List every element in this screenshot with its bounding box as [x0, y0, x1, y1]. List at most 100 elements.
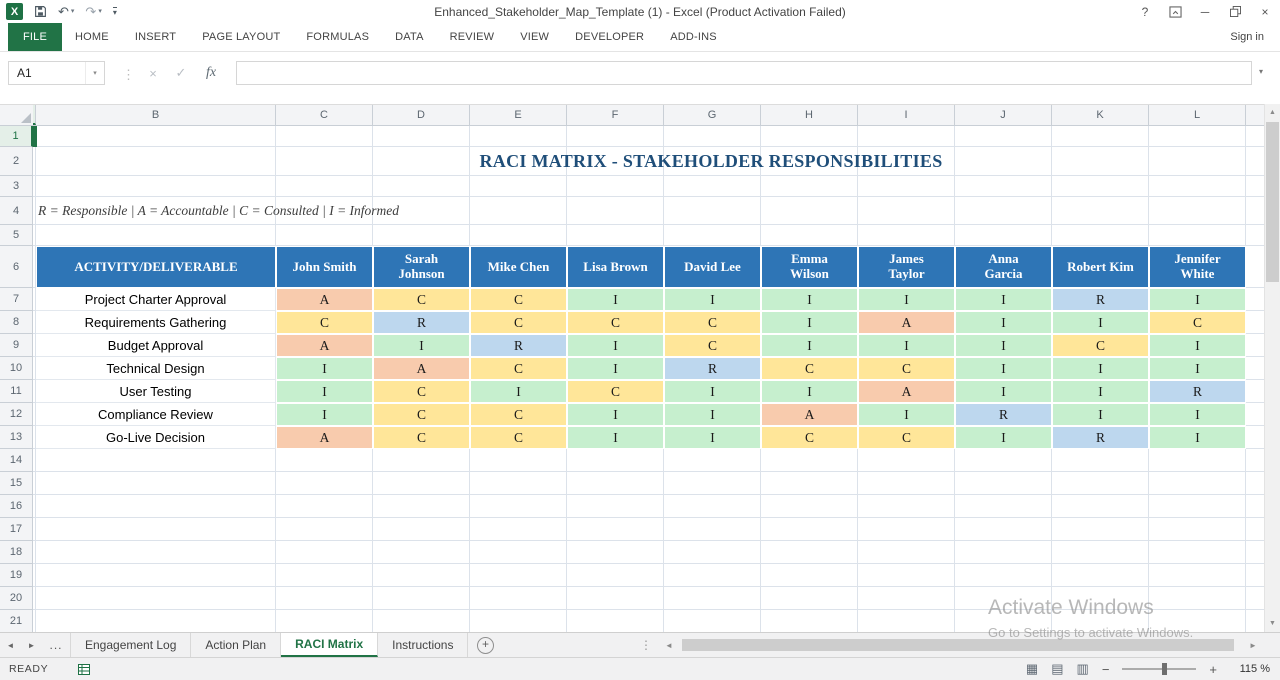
help-button[interactable]: ? [1130, 0, 1160, 23]
column-header-I[interactable]: I [858, 105, 955, 125]
raci-header-cell[interactable]: Lisa Brown [567, 246, 664, 288]
ribbon-tab-page-layout[interactable]: PAGE LAYOUT [189, 23, 293, 51]
raci-value-cell[interactable]: A [761, 403, 858, 426]
zoom-level[interactable]: 115 % [1230, 663, 1270, 675]
row-header-7[interactable]: 7 [0, 288, 33, 311]
row-header-11[interactable]: 11 [0, 380, 33, 403]
row-header-4[interactable]: 4 [0, 197, 33, 225]
raci-header-cell[interactable]: Sarah Johnson [373, 246, 470, 288]
scroll-up-icon[interactable]: ▲ [1265, 104, 1280, 121]
ribbon-tab-insert[interactable]: INSERT [122, 23, 189, 51]
raci-activity-cell[interactable]: Budget Approval [36, 334, 276, 357]
raci-value-cell[interactable]: A [276, 426, 373, 449]
ribbon-tab-home[interactable]: HOME [62, 23, 122, 51]
row-header-5[interactable]: 5 [0, 225, 33, 246]
hscroll-thumb[interactable] [682, 639, 1234, 651]
raci-value-cell[interactable]: C [664, 334, 761, 357]
enter-icon[interactable]: ✓ [168, 61, 194, 85]
raci-header-cell[interactable]: Emma Wilson [761, 246, 858, 288]
raci-value-cell[interactable]: I [1052, 311, 1149, 334]
raci-value-cell[interactable]: I [567, 357, 664, 380]
sheet-tab-engagement-log[interactable]: Engagement Log [71, 633, 192, 657]
name-box[interactable]: A1 ▾ [8, 61, 105, 85]
row-header-16[interactable]: 16 [0, 495, 33, 518]
ribbon-tab-review[interactable]: REVIEW [437, 23, 508, 51]
raci-value-cell[interactable]: A [276, 288, 373, 311]
raci-value-cell[interactable]: R [1052, 288, 1149, 311]
row-header-9[interactable]: 9 [0, 334, 33, 357]
column-header-F[interactable]: F [567, 105, 664, 125]
column-header-K[interactable]: K [1052, 105, 1149, 125]
sheet-nav-next-icon[interactable]: ► [21, 633, 42, 657]
raci-value-cell[interactable]: I [1052, 403, 1149, 426]
raci-value-cell[interactable]: C [567, 380, 664, 403]
raci-value-cell[interactable]: C [470, 288, 567, 311]
page-layout-view-button[interactable]: ▤ [1051, 661, 1063, 677]
raci-value-cell[interactable]: C [761, 426, 858, 449]
sheet-tab-raci-matrix[interactable]: RACI Matrix [281, 633, 379, 657]
raci-value-cell[interactable]: C [858, 426, 955, 449]
raci-value-cell[interactable]: I [955, 426, 1052, 449]
raci-header-cell[interactable]: Robert Kim [1052, 246, 1149, 288]
row-header-19[interactable]: 19 [0, 564, 33, 587]
raci-value-cell[interactable]: I [276, 357, 373, 380]
row-header-12[interactable]: 12 [0, 403, 33, 426]
row-header-14[interactable]: 14 [0, 449, 33, 472]
row-header-17[interactable]: 17 [0, 518, 33, 541]
raci-value-cell[interactable]: I [1149, 426, 1246, 449]
raci-value-cell[interactable]: I [1149, 334, 1246, 357]
undo-button[interactable]: ↶ ▾ [58, 5, 74, 18]
raci-value-cell[interactable]: I [1052, 357, 1149, 380]
raci-header-cell[interactable]: John Smith [276, 246, 373, 288]
raci-value-cell[interactable]: I [955, 357, 1052, 380]
raci-value-cell[interactable]: I [567, 426, 664, 449]
raci-value-cell[interactable]: C [373, 403, 470, 426]
raci-activity-cell[interactable]: Go-Live Decision [36, 426, 276, 449]
raci-value-cell[interactable]: I [1052, 380, 1149, 403]
ribbon-tab-file[interactable]: FILE [8, 23, 63, 51]
raci-value-cell[interactable]: I [664, 426, 761, 449]
raci-value-cell[interactable]: I [858, 334, 955, 357]
page-break-view-button[interactable]: ▥ [1077, 661, 1089, 677]
raci-value-cell[interactable]: I [470, 380, 567, 403]
raci-value-cell[interactable]: C [470, 311, 567, 334]
raci-value-cell[interactable]: I [761, 380, 858, 403]
raci-value-cell[interactable]: I [1149, 357, 1246, 380]
raci-activity-cell[interactable]: Project Charter Approval [36, 288, 276, 311]
raci-value-cell[interactable]: I [567, 288, 664, 311]
raci-value-cell[interactable]: I [567, 334, 664, 357]
raci-header-cell[interactable]: James Taylor [858, 246, 955, 288]
raci-value-cell[interactable]: C [373, 380, 470, 403]
macro-record-button[interactable] [78, 663, 91, 675]
raci-legend-cell[interactable]: R = Responsible | A = Accountable | C = … [38, 197, 399, 225]
ribbon-tab-view[interactable]: VIEW [507, 23, 562, 51]
raci-value-cell[interactable]: I [276, 380, 373, 403]
ribbon-tab-formulas[interactable]: FORMULAS [293, 23, 382, 51]
column-header-J[interactable]: J [955, 105, 1052, 125]
raci-value-cell[interactable]: C [1149, 311, 1246, 334]
row-header-6[interactable]: 6 [0, 246, 33, 288]
raci-header-cell[interactable]: Jennifer White [1149, 246, 1246, 288]
ribbon-tab-developer[interactable]: DEVELOPER [562, 23, 657, 51]
raci-value-cell[interactable]: I [1149, 288, 1246, 311]
raci-value-cell[interactable]: I [761, 311, 858, 334]
hscroll-right-icon[interactable]: ► [1244, 633, 1262, 657]
raci-value-cell[interactable]: C [373, 288, 470, 311]
minimize-button[interactable]: ─ [1190, 0, 1220, 23]
raci-value-cell[interactable]: I [858, 403, 955, 426]
raci-value-cell[interactable]: A [858, 311, 955, 334]
row-header-3[interactable]: 3 [0, 176, 33, 197]
raci-value-cell[interactable]: R [955, 403, 1052, 426]
vscroll-thumb[interactable] [1266, 122, 1279, 282]
raci-value-cell[interactable]: C [858, 357, 955, 380]
raci-value-cell[interactable]: I [955, 334, 1052, 357]
raci-value-cell[interactable]: I [955, 311, 1052, 334]
zoom-in-button[interactable]: + [1209, 662, 1217, 677]
raci-activity-cell[interactable]: User Testing [36, 380, 276, 403]
cancel-icon[interactable]: × [140, 61, 166, 85]
raci-value-cell[interactable]: I [761, 334, 858, 357]
name-box-dropdown-icon[interactable]: ▾ [85, 62, 104, 84]
raci-activity-cell[interactable]: Requirements Gathering [36, 311, 276, 334]
raci-value-cell[interactable]: C [276, 311, 373, 334]
zoom-slider-thumb[interactable] [1162, 663, 1168, 675]
